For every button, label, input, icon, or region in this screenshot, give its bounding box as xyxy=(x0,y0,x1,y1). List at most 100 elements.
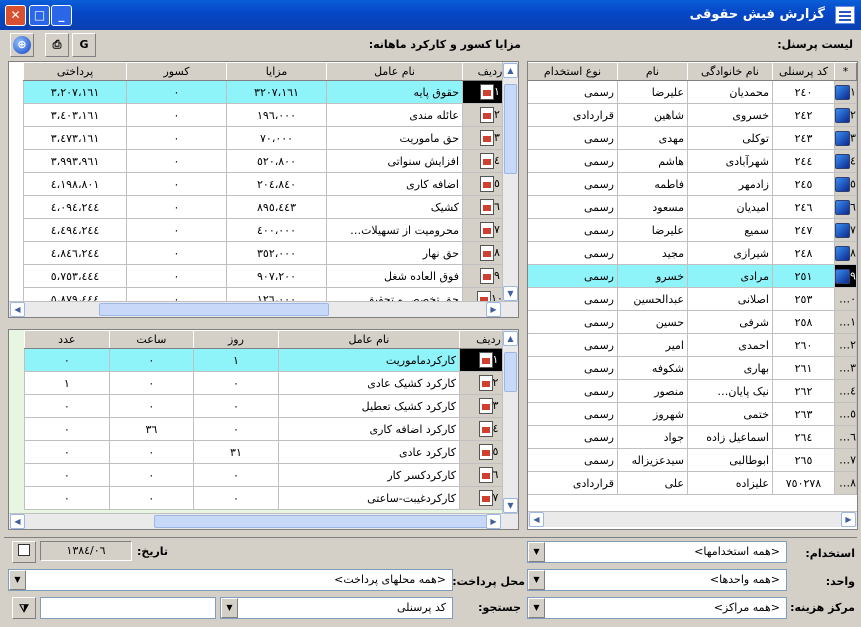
payplace-select[interactable]: ▼ <همه محلهای پرداخت> xyxy=(8,569,453,591)
table-row[interactable]: ٦ ٢٤٦ امیدیان مسعود رسمی xyxy=(528,195,857,219)
family-name-cell[interactable]: علیزاده xyxy=(687,471,773,495)
workdays-hscroll[interactable]: ◀ ▶ xyxy=(9,513,518,529)
scroll-thumb[interactable] xyxy=(504,84,517,174)
benefits-hscroll[interactable]: ◀ ▶ xyxy=(9,301,518,317)
scroll-right-icon[interactable]: ▶ xyxy=(486,302,501,317)
hour-cell[interactable]: ٠ xyxy=(108,440,195,464)
table-row[interactable]: ٥ اضافه کاری ٢٠٤،٨٤٠ ٠ ٤،١٩٨،٨٠١ xyxy=(23,172,518,196)
globe-button[interactable]: ⊕ xyxy=(10,33,34,57)
filter-button[interactable]: ⧩ xyxy=(12,597,36,619)
personnel-code-cell[interactable]: ٢٦٢ xyxy=(772,379,835,403)
benefits-vscroll[interactable]: ▲ ▼ xyxy=(502,62,518,302)
chevron-down-icon[interactable]: ▼ xyxy=(528,542,545,562)
scroll-left-icon[interactable]: ◀ xyxy=(10,514,25,529)
name-cell[interactable]: علی xyxy=(617,471,688,495)
scroll-down-icon[interactable]: ▼ xyxy=(503,286,518,301)
employment-select[interactable]: ▼ <همه استخدامها> xyxy=(527,541,787,563)
employment-type-cell[interactable]: رسمی xyxy=(528,448,618,472)
col-deduction[interactable]: کسور xyxy=(126,62,227,81)
personnel-code-cell[interactable]: ٢٦٥ xyxy=(772,448,835,472)
cost-center-select[interactable]: ▼ <همه مراکز> xyxy=(527,597,787,619)
table-row[interactable]: ١ حقوق پایه ٣٢٠٧،١٦١ ٠ ٣،٢٠٧،١٦١ xyxy=(23,80,518,104)
row-indicator[interactable]: ٢ xyxy=(834,103,857,127)
family-name-cell[interactable]: توکلی xyxy=(687,126,773,150)
benefit-cell[interactable]: ٢٠٤،٨٤٠ xyxy=(226,172,327,196)
benefit-cell[interactable]: ٩٠٧،٢٠٠ xyxy=(226,264,327,288)
row-indicator[interactable]: ١٢ xyxy=(834,333,857,357)
row-indicator[interactable]: ١٥ xyxy=(834,402,857,426)
g-button[interactable]: G xyxy=(72,33,96,57)
col-factor-name[interactable]: نام عامل xyxy=(326,62,463,81)
col-star[interactable]: * xyxy=(834,62,857,81)
report-button[interactable] xyxy=(12,541,36,563)
day-cell[interactable]: ٠ xyxy=(193,394,279,418)
family-name-cell[interactable]: احمدی xyxy=(687,333,773,357)
personnel-code-cell[interactable]: ٢٤٠ xyxy=(772,80,835,104)
day-cell[interactable]: ٠ xyxy=(193,371,279,395)
maximize-button[interactable]: □ xyxy=(29,5,50,26)
scroll-down-icon[interactable]: ▼ xyxy=(503,498,518,513)
family-name-cell[interactable]: خسروی xyxy=(687,103,773,127)
count-cell[interactable]: ٠ xyxy=(24,348,110,372)
payment-cell[interactable]: ٣،٩٩٣،٩٦١ xyxy=(23,149,127,173)
factor-name-cell[interactable]: کارکرد کشیک تعطیل xyxy=(277,394,461,418)
table-row[interactable]: ٥ کارکرد عادی ٣١ ٠ ٠ xyxy=(24,440,518,464)
factor-name-cell[interactable]: افزایش سنواتی xyxy=(326,149,463,173)
table-row[interactable]: ٤ افزایش سنواتی ٥٢٠،٨٠٠ ٠ ٣،٩٩٣،٩٦١ xyxy=(23,149,518,173)
table-row[interactable]: ٣ ٢٤٣ توکلی مهدی رسمی xyxy=(528,126,857,150)
deduction-cell[interactable]: ٠ xyxy=(126,264,227,288)
employment-type-cell[interactable]: رسمی xyxy=(528,356,618,380)
table-row[interactable]: ٣ حق ماموریت ٧٠،٠٠٠ ٠ ٣،٤٧٣،١٦١ xyxy=(23,126,518,150)
col-factor-name[interactable]: نام عامل xyxy=(277,330,461,349)
name-cell[interactable]: مسعود xyxy=(617,195,688,219)
table-row[interactable]: ٩ فوق العاده شغل ٩٠٧،٢٠٠ ٠ ٥،٧٥٣،٤٤٤ xyxy=(23,264,518,288)
scroll-thumb[interactable] xyxy=(99,303,329,316)
name-cell[interactable]: عبدالحسین xyxy=(617,287,688,311)
count-cell[interactable]: ٠ xyxy=(24,394,110,418)
name-cell[interactable]: شاهین xyxy=(617,103,688,127)
table-row[interactable]: ١ ٢٤٠ محمدیان علیرضا رسمی xyxy=(528,80,857,104)
payment-cell[interactable]: ٣،٢٠٧،١٦١ xyxy=(23,80,127,104)
row-indicator[interactable]: ٤ xyxy=(834,149,857,173)
family-name-cell[interactable]: بهاری xyxy=(687,356,773,380)
row-indicator[interactable]: ٣ xyxy=(834,126,857,150)
row-indicator[interactable]: ٦ xyxy=(834,195,857,219)
count-cell[interactable]: ٠ xyxy=(24,440,110,464)
table-row[interactable]: ٣ کارکرد کشیک تعطیل ٠ ٠ ٠ xyxy=(24,394,518,418)
table-row[interactable]: ٤ کارکرد اضافه کاری ٠ ٣٦ ٠ xyxy=(24,417,518,441)
hour-cell[interactable]: ٠ xyxy=(108,348,195,372)
name-cell[interactable]: حسین xyxy=(617,310,688,334)
deduction-cell[interactable]: ٠ xyxy=(126,126,227,150)
col-name[interactable]: نام xyxy=(617,62,688,81)
row-indicator[interactable]: ١٦ xyxy=(834,425,857,449)
date-field[interactable]: ١٣٨٤/٠٦ xyxy=(40,541,132,561)
day-cell[interactable]: ٠ xyxy=(193,463,279,487)
col-employment-type[interactable]: نوع استخدام xyxy=(528,62,618,81)
count-cell[interactable]: ١ xyxy=(24,371,110,395)
factor-name-cell[interactable]: حقوق پایه xyxy=(326,80,463,104)
table-row[interactable]: ١٥ ٢٦٣ ختمی شهروز رسمی xyxy=(528,402,857,426)
personnel-code-cell[interactable]: ٢٤٢ xyxy=(772,103,835,127)
deduction-cell[interactable]: ٠ xyxy=(126,195,227,219)
benefit-cell[interactable]: ٨٩٥،٤٤٣ xyxy=(226,195,327,219)
row-indicator[interactable]: ١٤ xyxy=(834,379,857,403)
row-indicator[interactable]: ١٠ xyxy=(834,287,857,311)
scroll-left-icon[interactable]: ◀ xyxy=(529,512,544,527)
employment-type-cell[interactable]: رسمی xyxy=(528,80,618,104)
payment-cell[interactable]: ٥،٧٥٣،٤٤٤ xyxy=(23,264,127,288)
payment-cell[interactable]: ٤،١٩٨،٨٠١ xyxy=(23,172,127,196)
factor-name-cell[interactable]: حق ماموریت xyxy=(326,126,463,150)
personnel-code-cell[interactable]: ٢٤٨ xyxy=(772,241,835,265)
table-row[interactable]: ٢ کارکرد کشیک عادی ٠ ٠ ١ xyxy=(24,371,518,395)
scroll-right-icon[interactable]: ▶ xyxy=(841,512,856,527)
payment-cell[interactable]: ٣،٤٧٣،١٦١ xyxy=(23,126,127,150)
factor-name-cell[interactable]: کارکردغیبت-ساعتی xyxy=(277,486,461,510)
table-row[interactable]: ٩ ٢٥١ مرادی خسرو رسمی xyxy=(528,264,857,288)
table-row[interactable]: ١٤ ٢٦٢ نیک پایان… منصور رسمی xyxy=(528,379,857,403)
family-name-cell[interactable]: زادمهر xyxy=(687,172,773,196)
scroll-up-icon[interactable]: ▲ xyxy=(503,63,518,78)
factor-name-cell[interactable]: کشیک xyxy=(326,195,463,219)
name-cell[interactable]: سیدعزیزاله xyxy=(617,448,688,472)
scroll-up-icon[interactable]: ▲ xyxy=(503,331,518,346)
employment-type-cell[interactable]: رسمی xyxy=(528,172,618,196)
